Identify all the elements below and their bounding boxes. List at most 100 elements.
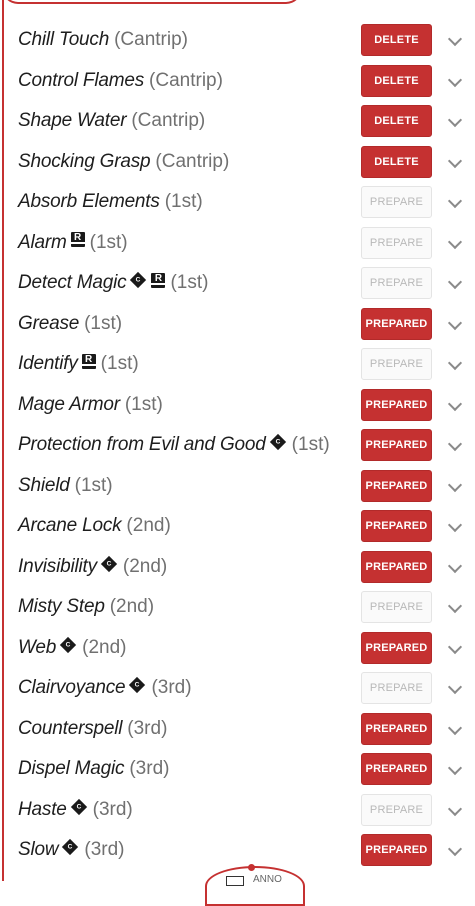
spell-name[interactable]: Arcane Lock (18, 515, 122, 537)
prepare-button[interactable]: PREPARE (361, 591, 432, 623)
spell-row[interactable]: Detect Magic C R (1st) PREPARE (0, 263, 475, 304)
spell-name[interactable]: Shield (18, 475, 70, 497)
chevron-down-icon[interactable] (447, 436, 463, 452)
spell-row[interactable]: Slow C (3rd) PREPARED (0, 830, 475, 871)
chevron-down-icon[interactable] (447, 193, 463, 209)
spell-row[interactable]: Counterspell (3rd) PREPARED (0, 709, 475, 750)
delete-button[interactable]: DELETE (361, 145, 432, 178)
spell-name[interactable]: Identify (18, 353, 78, 375)
chevron-down-icon[interactable] (447, 558, 463, 573)
spell-row[interactable]: Invisibility C (2nd) PREPARED (0, 547, 475, 588)
spell-name[interactable]: Shocking Grasp (18, 151, 151, 173)
chevron-down-icon[interactable] (447, 720, 463, 735)
spell-name[interactable]: Grease (18, 313, 79, 335)
spell-row[interactable]: Grease (1st) PREPARED (0, 304, 475, 345)
spell-title[interactable]: Invisibility C (2nd) (18, 547, 167, 587)
spell-title[interactable]: Protection from Evil and Good C (1st) (18, 425, 330, 465)
spell-title[interactable]: Chill Touch (Cantrip) (18, 20, 188, 60)
spell-name[interactable]: Control Flames (18, 70, 144, 92)
prepare-button[interactable]: PREPARE (361, 793, 432, 826)
spell-name[interactable]: Detect Magic (18, 272, 127, 294)
prepared-button[interactable]: PREPARED (361, 469, 432, 502)
prepared-button[interactable]: PREPARED (361, 388, 432, 421)
spell-name[interactable]: Mage Armor (18, 394, 120, 416)
spell-title[interactable]: Shape Water (Cantrip) (18, 101, 205, 141)
chevron-down-icon[interactable] (447, 598, 463, 614)
spell-name[interactable]: Dispel Magic (18, 758, 125, 780)
prepare-button[interactable]: PREPARE (361, 186, 432, 218)
spell-title[interactable]: Alarm R (1st) (18, 223, 128, 263)
spell-row[interactable]: Absorb Elements (1st) PREPARE (0, 182, 475, 223)
spell-title[interactable]: Identify R (1st) (18, 344, 139, 384)
spell-row[interactable]: Protection from Evil and Good C (1st) PREPA… (0, 425, 475, 466)
spell-name[interactable]: Invisibility (18, 556, 97, 578)
spell-title[interactable]: Dispel Magic (3rd) (18, 749, 169, 789)
spell-name[interactable]: Haste (18, 799, 67, 821)
delete-button[interactable]: DELETE (361, 24, 432, 56)
spell-name[interactable]: Clairvoyance (18, 677, 126, 699)
chevron-down-icon[interactable] (447, 274, 463, 290)
footer-checkbox[interactable] (226, 876, 244, 886)
spell-row[interactable]: Shape Water (Cantrip) DELETE (0, 101, 475, 142)
spell-name[interactable]: Slow (18, 839, 59, 861)
spell-row[interactable]: Mage Armor (1st) PREPARED (0, 385, 475, 426)
spell-name[interactable]: Alarm (18, 232, 67, 254)
delete-button[interactable]: DELETE (361, 105, 432, 137)
chevron-down-icon[interactable] (447, 153, 463, 168)
chevron-down-icon[interactable] (447, 396, 463, 411)
spell-name[interactable]: Absorb Elements (18, 191, 160, 213)
prepare-button[interactable]: PREPARE (361, 348, 432, 380)
spell-title[interactable]: Mage Armor (1st) (18, 385, 163, 425)
prepared-button[interactable]: PREPARED (361, 753, 432, 785)
prepare-button[interactable]: PREPARE (361, 226, 432, 259)
prepared-button[interactable]: PREPARED (361, 550, 432, 583)
spell-title[interactable]: Shield (1st) (18, 466, 113, 506)
spell-name[interactable]: Counterspell (18, 718, 122, 740)
spell-row[interactable]: Identify R (1st) PREPARE (0, 344, 475, 385)
chevron-down-icon[interactable] (447, 234, 463, 249)
spell-title[interactable]: Clairvoyance C (3rd) (18, 668, 192, 708)
spell-row[interactable]: Clairvoyance C (3rd) PREPARE (0, 668, 475, 709)
chevron-down-icon[interactable] (447, 801, 463, 816)
prepare-button[interactable]: PREPARE (361, 672, 432, 704)
spell-title[interactable]: Control Flames (Cantrip) (18, 61, 223, 101)
delete-button[interactable]: DELETE (361, 64, 432, 97)
spell-row[interactable]: Shocking Grasp (Cantrip) DELETE (0, 142, 475, 183)
spell-row[interactable]: Chill Touch (Cantrip) DELETE (0, 20, 475, 61)
spell-name[interactable]: Protection from Evil and Good (18, 434, 266, 456)
prepared-button[interactable]: PREPARED (361, 712, 432, 745)
chevron-down-icon[interactable] (447, 841, 463, 857)
chevron-down-icon[interactable] (447, 355, 463, 371)
chevron-down-icon[interactable] (447, 112, 463, 128)
spell-title[interactable]: Web C (2nd) (18, 628, 126, 668)
spell-title[interactable]: Haste C (3rd) (18, 790, 133, 830)
chevron-down-icon[interactable] (447, 760, 463, 776)
spell-title[interactable]: Counterspell (3rd) (18, 709, 167, 749)
spell-row[interactable]: Web C (2nd) PREPARED (0, 628, 475, 669)
prepared-button[interactable]: PREPARED (361, 429, 432, 461)
spell-title[interactable]: Arcane Lock (2nd) (18, 506, 171, 546)
spell-row[interactable]: Arcane Lock (2nd) PREPARED (0, 506, 475, 547)
spell-row[interactable]: Control Flames (Cantrip) DELETE (0, 61, 475, 102)
spell-title[interactable]: Absorb Elements (1st) (18, 182, 203, 222)
spell-title[interactable]: Grease (1st) (18, 304, 122, 344)
spell-name[interactable]: Web (18, 637, 56, 659)
spell-name[interactable]: Misty Step (18, 596, 105, 618)
prepare-button[interactable]: PREPARE (361, 267, 432, 299)
spell-row[interactable]: Dispel Magic (3rd) PREPARED (0, 749, 475, 790)
spell-title[interactable]: Misty Step (2nd) (18, 587, 154, 627)
spell-name[interactable]: Chill Touch (18, 29, 109, 51)
chevron-down-icon[interactable] (447, 31, 463, 47)
chevron-down-icon[interactable] (447, 679, 463, 695)
chevron-down-icon[interactable] (447, 72, 463, 87)
chevron-down-icon[interactable] (447, 477, 463, 492)
spell-title[interactable]: Slow C (3rd) (18, 830, 125, 870)
spell-name[interactable]: Shape Water (18, 110, 127, 132)
prepared-button[interactable]: PREPARED (361, 510, 432, 542)
spell-title[interactable]: Shocking Grasp (Cantrip) (18, 142, 229, 182)
prepared-button[interactable]: PREPARED (361, 307, 432, 340)
spell-title[interactable]: Detect Magic C R (1st) (18, 263, 208, 303)
spell-row[interactable]: Misty Step (2nd) PREPARE (0, 587, 475, 628)
chevron-down-icon[interactable] (447, 315, 463, 330)
prepared-button[interactable]: PREPARED (361, 631, 432, 664)
